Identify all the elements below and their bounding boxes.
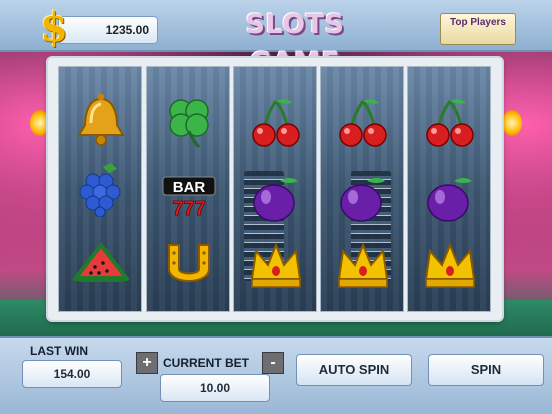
- cherries-icon: [333, 95, 393, 151]
- seven-text: 777: [172, 198, 205, 220]
- plum-icon: [246, 171, 306, 227]
- auto-spin-button[interactable]: AUTO SPIN: [296, 354, 412, 386]
- balance-display: 1235.00: [58, 16, 158, 44]
- current-bet-value: 10.00: [160, 374, 270, 402]
- reel-3: [233, 66, 317, 312]
- cherries-icon: [420, 95, 480, 151]
- current-bet-label: CURRENT BET: [163, 356, 249, 370]
- top-players-button[interactable]: Top Players: [440, 13, 516, 45]
- spin-button[interactable]: SPIN: [428, 354, 544, 386]
- increase-bet-button[interactable]: +: [136, 352, 158, 374]
- game-title: SLOTS GAME: [245, 9, 345, 78]
- reel-2: BAR 777: [146, 66, 230, 312]
- plum-icon: [420, 171, 480, 227]
- last-win-value: 154.00: [22, 360, 122, 388]
- dollar-icon: $: [40, 4, 68, 51]
- horseshoe-icon: [159, 239, 219, 295]
- reel-1: [58, 66, 142, 312]
- bar-text: BAR: [173, 179, 206, 196]
- crown-icon: [420, 239, 480, 295]
- decrease-bet-button[interactable]: -: [262, 352, 284, 374]
- stage-light: [502, 110, 522, 136]
- reel-5: [407, 66, 491, 312]
- watermelon-icon: [71, 239, 131, 295]
- plum-icon: [333, 171, 393, 227]
- last-win-label: LAST WIN: [30, 344, 88, 358]
- crown-icon: [333, 239, 393, 295]
- cherries-icon: [246, 95, 306, 151]
- stage-light: [30, 110, 50, 136]
- grapes-icon: [71, 161, 131, 218]
- reel-4: [320, 66, 404, 312]
- bar-777-icon: BAR 777: [159, 171, 219, 227]
- bell-icon: [71, 93, 131, 149]
- clover-icon: [159, 93, 219, 149]
- crown-icon: [246, 239, 306, 295]
